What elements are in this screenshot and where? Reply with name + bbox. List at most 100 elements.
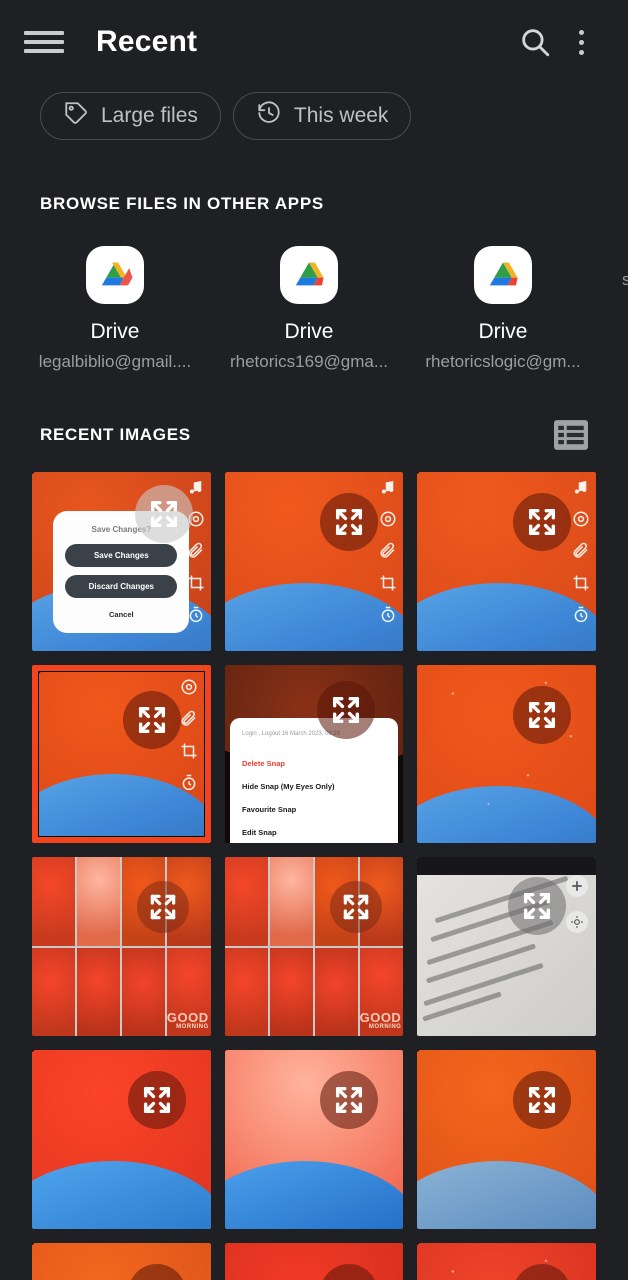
expand-fullscreen-icon[interactable] [329, 880, 382, 933]
app-name: Drive [478, 320, 528, 343]
history-clock-icon [256, 100, 282, 132]
expand-fullscreen-icon[interactable] [134, 484, 193, 543]
thumbnail-image [32, 1050, 211, 1229]
thumbnail-image [224, 1050, 404, 1229]
other-apps-row: Drive legalbiblio@gmail.... Drive rhetor… [0, 246, 628, 372]
table-row[interactable] [224, 1242, 404, 1280]
sticker-icon [573, 511, 589, 527]
filter-chip-row: Large files This week [0, 84, 628, 140]
cancel-button[interactable]: Cancel [65, 606, 177, 619]
save-changes-button[interactable]: Save Changes [65, 544, 178, 568]
table-row[interactable] [32, 1050, 211, 1229]
collage-caption: GOOD MORNING [360, 1011, 401, 1030]
recent-images-header: RECENT IMAGES [0, 420, 628, 450]
table-row[interactable] [417, 857, 596, 1037]
caption-line-1: GOOD [167, 1010, 209, 1026]
table-row[interactable]: GOOD MORNING [32, 857, 211, 1037]
filter-chip-large-files[interactable]: Large files [40, 92, 221, 140]
thumbnail-image [417, 472, 596, 651]
thumbnail-image [224, 1242, 404, 1280]
paperclip-icon [573, 542, 588, 558]
edit-snap-item[interactable]: Edit Snap [242, 821, 386, 843]
timer-icon [381, 606, 395, 623]
table-row[interactable] [417, 1242, 596, 1280]
expand-fullscreen-icon[interactable] [316, 680, 375, 739]
table-row[interactable] [32, 664, 211, 844]
crop-icon [181, 743, 197, 759]
app-item-drive-3[interactable]: Drive rhetoricslogic@gm... [406, 246, 600, 372]
hamburger-icon[interactable] [24, 22, 64, 62]
table-row[interactable] [417, 1050, 596, 1229]
kebab-menu-icon[interactable] [558, 19, 604, 65]
recent-images-title: RECENT IMAGES [40, 425, 191, 444]
app-account: rhetorics169@gma... [229, 352, 389, 371]
music-note-icon [189, 481, 201, 494]
thumbnail-image: GOOD MORNING [224, 857, 404, 1037]
table-row[interactable] [224, 1050, 404, 1229]
page-title: Recent [96, 25, 198, 58]
table-row[interactable] [417, 472, 596, 651]
hide-snap-item[interactable]: Hide Snap (My Eyes Only) [242, 775, 386, 798]
search-icon[interactable] [512, 19, 558, 65]
app-item-drive-1[interactable]: Drive legalbiblio@gmail.... [18, 246, 212, 372]
google-drive-icon [86, 246, 144, 304]
app-name: Drive [284, 320, 334, 343]
google-drive-icon [474, 246, 532, 304]
thumbnail-image [417, 857, 596, 1037]
app-account: rhetoricslogic@gm... [425, 352, 581, 371]
collage-caption: GOOD MORNING [167, 1011, 208, 1030]
expand-fullscreen-icon[interactable] [127, 1071, 186, 1130]
thumbnail-image [32, 1242, 211, 1280]
discard-changes-button[interactable]: Discard Changes [65, 575, 178, 599]
app-item-drive-4[interactable]: sai [600, 246, 628, 372]
google-drive-icon [280, 246, 338, 304]
paperclip-icon [181, 710, 196, 726]
snap-tool-icons [572, 478, 590, 624]
expand-fullscreen-icon[interactable] [513, 686, 571, 745]
crop-icon [573, 575, 589, 591]
paperclip-icon [188, 542, 203, 558]
table-row[interactable]: Login , Logout 16 March 2023, 09:28 Dele… [224, 664, 404, 844]
app-account: legalbiblio@gmail.... [38, 352, 192, 371]
expand-fullscreen-icon[interactable] [122, 691, 181, 750]
browse-section-title: BROWSE FILES IN OTHER APPS [40, 194, 324, 213]
filter-chip-label: Large files [101, 104, 198, 127]
settings-icon[interactable] [566, 910, 588, 933]
expand-fullscreen-icon[interactable] [507, 876, 566, 935]
snap-tool-icons [379, 478, 397, 624]
recent-images-grid: Save Changes? Save Changes Discard Chang… [0, 472, 628, 1280]
thumbnail-image: GOOD MORNING [32, 857, 211, 1037]
delete-snap-item[interactable]: Delete Snap [242, 752, 386, 775]
sticker-icon [380, 511, 396, 527]
table-row[interactable] [224, 472, 404, 651]
snap-context-menu: Login , Logout 16 March 2023, 09:28 Dele… [230, 718, 398, 844]
expand-fullscreen-icon[interactable] [137, 880, 190, 933]
add-icon[interactable] [566, 875, 588, 898]
list-view-icon[interactable] [554, 420, 588, 450]
snap-tool-icons [180, 678, 198, 792]
favourite-snap-item[interactable]: Favourite Snap [242, 798, 386, 821]
paperclip-icon [380, 542, 395, 558]
table-row[interactable]: Save Changes? Save Changes Discard Chang… [32, 472, 211, 651]
timer-icon [574, 606, 588, 623]
thumbnail-image [417, 1242, 596, 1280]
thumbnail-image [417, 1050, 596, 1229]
app-item-drive-2[interactable]: Drive rhetorics169@gma... [212, 246, 406, 372]
table-row[interactable] [32, 1242, 211, 1280]
crop-icon [188, 575, 204, 591]
thumbnail-image [224, 472, 404, 651]
file-manager-screen: Recent Large files This week BROWSE FILE… [0, 0, 628, 1280]
top-app-bar: Recent [0, 0, 628, 84]
timer-icon [189, 606, 203, 623]
filter-chip-label: This week [293, 104, 389, 127]
tag-icon [63, 100, 89, 132]
thumbnail-image [417, 664, 596, 844]
sticker-icon [181, 679, 197, 695]
table-row[interactable]: GOOD MORNING [224, 857, 404, 1037]
filter-chip-this-week[interactable]: This week [232, 92, 412, 140]
table-row[interactable] [417, 664, 596, 844]
music-note-icon [574, 481, 587, 494]
music-note-icon [382, 481, 394, 494]
app-account: sai [622, 270, 628, 290]
caption-line-1: GOOD [360, 1010, 402, 1026]
